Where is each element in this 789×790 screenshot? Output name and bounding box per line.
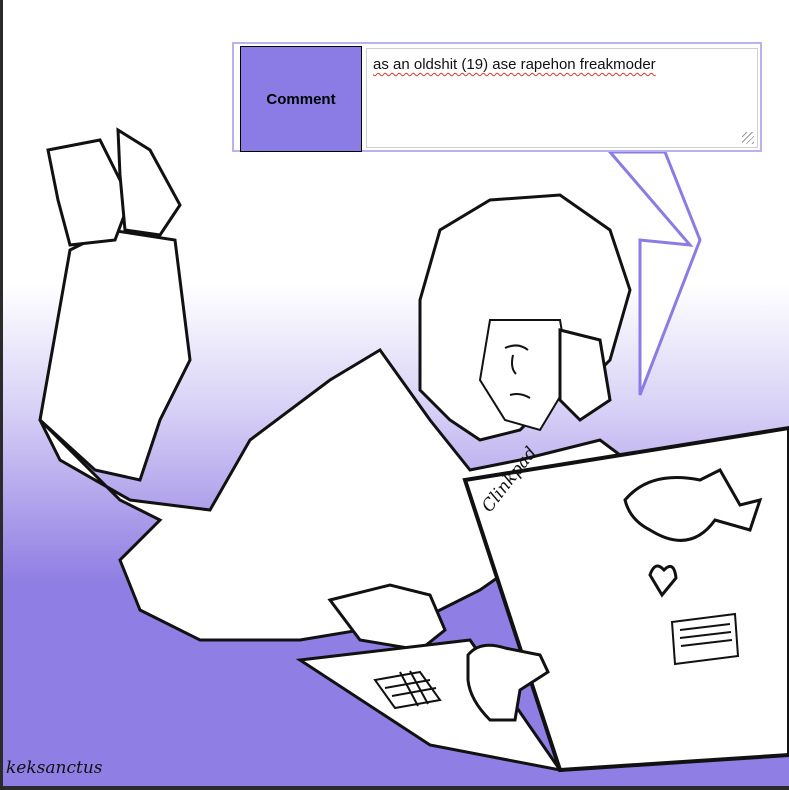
comment-label: Comment [240,46,362,152]
comment-textarea[interactable]: as an oldshit (19) ase rapehon freakmode… [366,48,758,148]
frame-border-bottom [0,786,789,790]
sock-right [116,127,182,237]
textarea-resize-handle[interactable] [742,132,754,144]
arm-typing [327,583,447,652]
comment-form: Comment as an oldshit (19) ase rapehon f… [232,42,762,152]
lines-sticker [670,612,740,666]
frame-border-left [0,0,3,790]
artist-signature: keksanctus [6,758,103,778]
illustration-frame: Comment as an oldshit (19) ase rapehon f… [0,0,789,790]
